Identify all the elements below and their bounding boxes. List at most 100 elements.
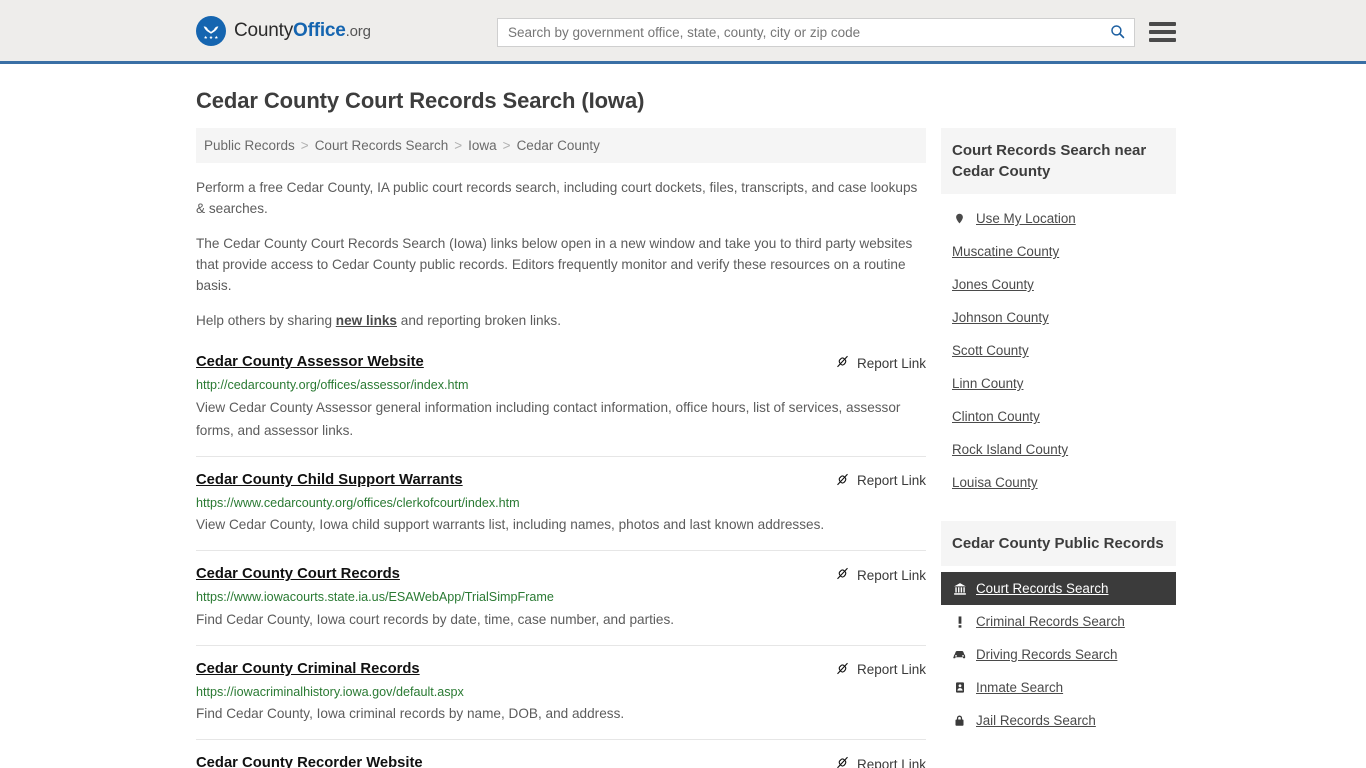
report-link-button[interactable]: Report Link <box>835 754 926 768</box>
sidebar-item-label: Clinton County <box>952 409 1040 424</box>
sidebar-item-label: Court Records Search <box>976 581 1109 596</box>
page-title: Cedar County Court Records Search (Iowa) <box>196 88 645 113</box>
result-title-link[interactable]: Cedar County Child Support Warrants <box>196 471 463 489</box>
result-item: Cedar County Criminal Records Report Lin… <box>196 660 926 741</box>
breadcrumb-item-iowa[interactable]: Iowa <box>468 138 497 153</box>
sidebar-item-use-my-location[interactable]: Use My Location <box>941 202 1176 235</box>
sidebar-item-label: Driving Records Search <box>976 647 1118 662</box>
sidebar-item-criminal-records-search[interactable]: Criminal Records Search <box>941 605 1176 638</box>
search-input[interactable] <box>498 25 1100 40</box>
sidebar-item-muscatine-county[interactable]: Muscatine County <box>941 235 1176 268</box>
car-icon <box>952 647 967 662</box>
result-title-link[interactable]: Cedar County Assessor Website <box>196 353 424 371</box>
breadcrumb-item-court-records-search[interactable]: Court Records Search <box>315 138 449 153</box>
sidebar-item-driving-records-search[interactable]: Driving Records Search <box>941 638 1176 671</box>
result-header: Cedar County Child Support Warrants Repo… <box>196 471 926 490</box>
results-list: Cedar County Assessor Website Report Lin… <box>196 353 926 768</box>
sidebar-item-louisa-county[interactable]: Louisa County <box>941 466 1176 499</box>
broken-link-icon <box>835 755 850 768</box>
breadcrumb-separator: > <box>454 138 463 153</box>
new-links-link[interactable]: new links <box>336 313 397 328</box>
site-logo[interactable]: CountyOffice.org <box>196 15 371 46</box>
result-item: Cedar County Recorder Website Report Lin… <box>196 754 926 768</box>
broken-link-icon <box>835 566 850 584</box>
sidebar: Court Records Search near Cedar County U… <box>941 128 1176 759</box>
breadcrumb-separator: > <box>300 138 309 153</box>
nearby-counties-heading: Court Records Search near Cedar County <box>941 128 1176 194</box>
result-title-link[interactable]: Cedar County Court Records <box>196 565 400 583</box>
intro-text: Perform a free Cedar County, IA public c… <box>196 177 926 331</box>
breadcrumb-item-cedar-county[interactable]: Cedar County <box>517 138 600 153</box>
report-link-button[interactable]: Report Link <box>835 660 926 679</box>
sidebar-item-label: Rock Island County <box>952 442 1069 457</box>
result-header: Cedar County Criminal Records Report Lin… <box>196 660 926 679</box>
search-icon <box>1109 23 1126 43</box>
nearby-counties-list: Use My Location Muscatine County Jones C… <box>941 194 1176 499</box>
site-header: CountyOffice.org <box>0 0 1366 64</box>
result-title-link[interactable]: Cedar County Recorder Website <box>196 754 423 768</box>
sidebar-item-scott-county[interactable]: Scott County <box>941 334 1176 367</box>
sidebar-item-johnson-county[interactable]: Johnson County <box>941 301 1176 334</box>
lock-icon <box>952 713 967 728</box>
hamburger-bar <box>1149 38 1176 42</box>
report-link-button[interactable]: Report Link <box>835 565 926 584</box>
report-link-button[interactable]: Report Link <box>835 471 926 490</box>
logo-wordmark: CountyOffice.org <box>234 20 371 42</box>
exclamation-icon <box>952 614 967 629</box>
search-button[interactable] <box>1100 19 1134 46</box>
eagle-stars-seal-icon <box>196 15 226 46</box>
sidebar-item-label: Louisa County <box>952 475 1038 490</box>
id-card-icon <box>952 680 967 695</box>
sidebar-item-label: Criminal Records Search <box>976 614 1125 629</box>
intro-p3-before: Help others by sharing <box>196 313 336 329</box>
report-link-label: Report Link <box>856 756 926 768</box>
hamburger-menu-icon[interactable] <box>1149 20 1176 44</box>
sidebar-item-linn-county[interactable]: Linn County <box>941 367 1176 400</box>
sidebar-item-label: Linn County <box>952 376 1024 391</box>
result-description: View Cedar County Assessor general infor… <box>196 399 901 438</box>
breadcrumb-item-public-records[interactable]: Public Records <box>204 138 295 153</box>
result-item: Cedar County Assessor Website Report Lin… <box>196 353 926 457</box>
broken-link-icon <box>835 354 850 372</box>
sidebar-item-label: Muscatine County <box>952 244 1060 259</box>
result-header: Cedar County Court Records Report Link <box>196 565 926 584</box>
content-columns: Public Records > Court Records Search > … <box>196 128 1176 768</box>
result-url: http://cedarcounty.org/offices/assessor/… <box>196 378 469 393</box>
sidebar-item-clinton-county[interactable]: Clinton County <box>941 400 1176 433</box>
result-description: View Cedar County, Iowa child support wa… <box>196 517 825 533</box>
public-records-heading: Cedar County Public Records <box>941 521 1176 566</box>
map-pin-icon <box>952 211 967 226</box>
result-url: https://iowacriminalhistory.iowa.gov/def… <box>196 684 464 699</box>
main-column: Public Records > Court Records Search > … <box>196 128 926 768</box>
report-link-label: Report Link <box>856 567 926 583</box>
result-description: Find Cedar County, Iowa court records by… <box>196 611 675 627</box>
sidebar-item-label: Jail Records Search <box>976 713 1096 728</box>
result-title-link[interactable]: Cedar County Criminal Records <box>196 660 420 678</box>
sidebar-item-jail-records-search[interactable]: Jail Records Search <box>941 704 1176 737</box>
intro-paragraph-2: The Cedar County Court Records Search (I… <box>196 236 913 294</box>
courthouse-icon <box>952 581 967 596</box>
result-url: https://www.iowacourts.state.ia.us/ESAWe… <box>196 590 554 605</box>
report-link-label: Report Link <box>856 473 926 489</box>
search-bar[interactable] <box>497 18 1135 47</box>
sidebar-item-rock-island-county[interactable]: Rock Island County <box>941 433 1176 466</box>
result-description: Find Cedar County, Iowa criminal records… <box>196 706 625 722</box>
result-header: Cedar County Assessor Website Report Lin… <box>196 353 926 372</box>
sidebar-item-label: Jones County <box>952 277 1034 292</box>
result-item: Cedar County Court Records Report Link h… <box>196 565 926 646</box>
logo-text-county: County <box>234 19 294 41</box>
result-item: Cedar County Child Support Warrants Repo… <box>196 471 926 552</box>
logo-text-office: Office <box>293 19 346 41</box>
sidebar-item-inmate-search[interactable]: Inmate Search <box>941 671 1176 704</box>
broken-link-icon <box>835 472 850 490</box>
hamburger-bar <box>1149 30 1176 34</box>
sidebar-item-court-records-search[interactable]: Court Records Search <box>941 572 1176 605</box>
sidebar-item-jones-county[interactable]: Jones County <box>941 268 1176 301</box>
report-link-label: Report Link <box>856 355 926 371</box>
logo-text-org: .org <box>345 22 371 40</box>
hamburger-bar <box>1149 22 1176 26</box>
result-url: https://www.cedarcounty.org/offices/cler… <box>196 495 520 510</box>
report-link-label: Report Link <box>856 662 926 678</box>
result-header: Cedar County Recorder Website Report Lin… <box>196 754 926 768</box>
report-link-button[interactable]: Report Link <box>835 353 926 372</box>
